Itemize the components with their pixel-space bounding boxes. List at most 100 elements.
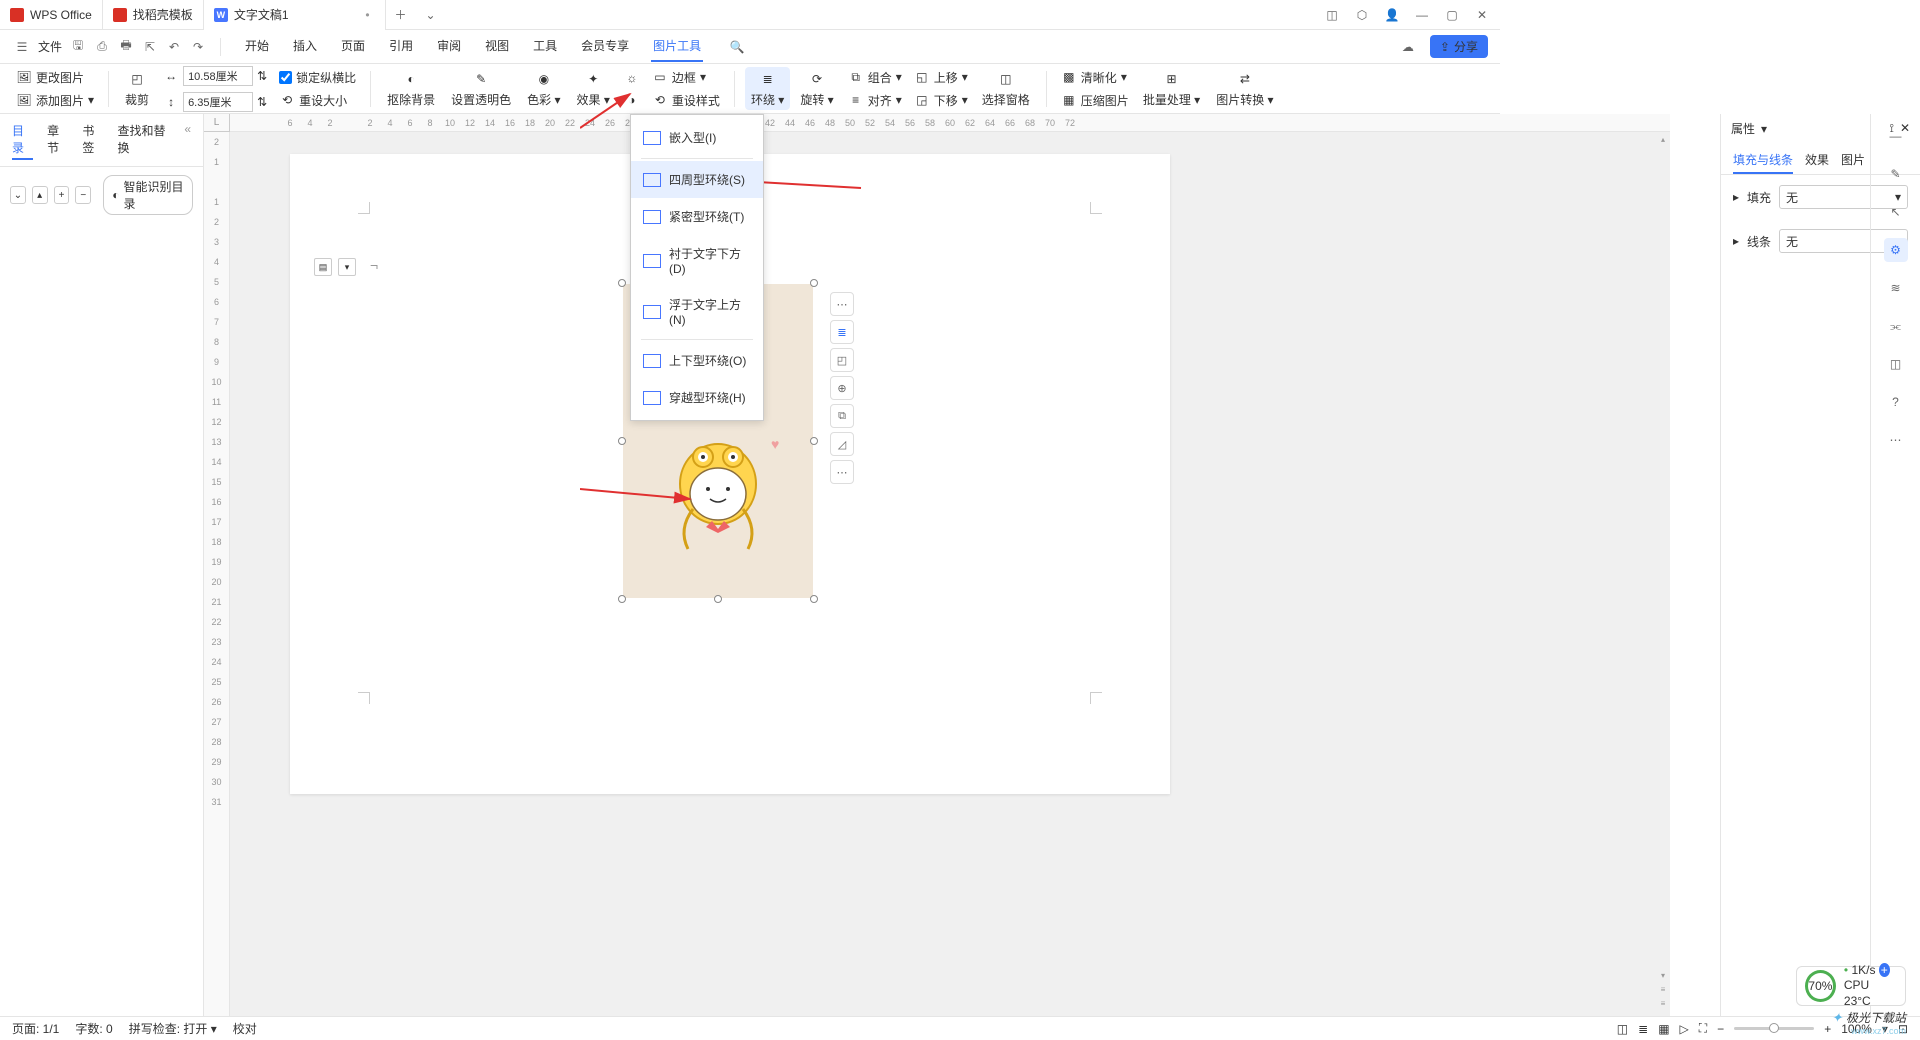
wrap-option-tight[interactable]: 紧密型环绕(T) — [631, 198, 763, 235]
resize-handle[interactable] — [618, 437, 626, 445]
align-button[interactable]: ≡对齐▾ — [844, 90, 906, 111]
reset-size-button[interactable]: ⟲重设大小 — [275, 90, 360, 111]
panel-icon[interactable]: ◫ — [1318, 1, 1346, 29]
cube-icon[interactable]: ⬡ — [1348, 1, 1376, 29]
tab-picture-tools[interactable]: 图片工具 — [651, 31, 703, 62]
convert-button[interactable]: ⇄图片转换 ▾ — [1210, 67, 1279, 110]
redo-icon[interactable]: ↷ — [188, 37, 208, 57]
undo-icon[interactable]: ↶ — [164, 37, 184, 57]
wrap-option-through[interactable]: 穿越型环绕(H) — [631, 379, 763, 416]
minimize-button[interactable]: — — [1408, 1, 1436, 29]
nav-tab-bookmarks[interactable]: 书签 — [82, 120, 103, 160]
batch-button[interactable]: ⊞批量处理 ▾ — [1137, 67, 1206, 110]
nav-tab-find[interactable]: 查找和替换 — [117, 120, 170, 160]
tab-add-button[interactable]: ＋ — [386, 0, 416, 30]
resize-handle[interactable] — [714, 595, 722, 603]
border-button[interactable]: ▭边框▾ — [648, 67, 724, 88]
scroll-up-icon[interactable]: ▴ — [1656, 132, 1670, 146]
print-preview-icon[interactable]: ⎙ — [92, 37, 112, 57]
nav-up-button[interactable]: ▴ — [32, 186, 48, 204]
print-icon[interactable]: 🖶 — [116, 37, 136, 57]
nav-tab-toc[interactable]: 目录 — [12, 120, 33, 160]
smart-toc-button[interactable]: ◐智能识别目录 — [103, 175, 193, 215]
status-words[interactable]: 字数: 0 — [75, 1020, 112, 1037]
tab-list-button[interactable]: ⌄ — [416, 0, 446, 30]
cloud-icon[interactable]: ☁ — [1398, 37, 1418, 57]
tab-page[interactable]: 页面 — [339, 31, 367, 62]
reset-style-button[interactable]: ⟲重设样式 — [648, 90, 724, 111]
side-network-icon[interactable]: ⫘ — [1884, 314, 1908, 338]
save-icon[interactable]: 🖫 — [68, 37, 88, 57]
remove-bg-button[interactable]: ◐抠除背景 — [381, 67, 441, 110]
expand-icon[interactable]: ▸ — [1733, 234, 1739, 248]
change-image-button[interactable]: 🖼更改图片 — [12, 67, 98, 88]
float-copy-icon[interactable]: ⧉ — [830, 404, 854, 428]
page-down-icon[interactable]: ≡ — [1656, 996, 1670, 1010]
tab-insert[interactable]: 插入 — [291, 31, 319, 62]
combine-button[interactable]: ⧉组合▾ — [844, 67, 906, 88]
checkbox[interactable] — [279, 71, 292, 84]
search-icon[interactable]: 🔍 — [727, 37, 747, 57]
view-read-icon[interactable]: ◫ — [1617, 1022, 1628, 1036]
resize-handle[interactable] — [618, 595, 626, 603]
wrap-option-inline[interactable]: 嵌入型(I) — [631, 119, 763, 156]
status-proofread[interactable]: 校对 — [233, 1020, 257, 1037]
zoom-thumb[interactable] — [1769, 1023, 1779, 1033]
side-more-icon[interactable]: ⋯ — [1884, 428, 1908, 452]
add-image-button[interactable]: 🖼添加图片▾ — [12, 90, 98, 111]
float-more-icon[interactable]: ⋯ — [830, 292, 854, 316]
stepper-icon[interactable]: ⇅ — [257, 69, 267, 83]
tab-home[interactable]: 开始 — [243, 31, 271, 62]
tab-view[interactable]: 视图 — [483, 31, 511, 62]
view-web-icon[interactable]: ▷ — [1680, 1022, 1689, 1036]
tab-references[interactable]: 引用 — [387, 31, 415, 62]
float-crop-icon[interactable]: ◰ — [830, 348, 854, 372]
view-fullscreen-icon[interactable]: ⛶ — [1699, 1021, 1707, 1036]
float-menu-icon[interactable]: ⋯ — [830, 460, 854, 484]
rp-tab-picture[interactable]: 图片 — [1841, 147, 1865, 174]
layout-options-button[interactable]: ▤ — [314, 258, 332, 276]
expand-icon[interactable]: ▸ — [1733, 190, 1739, 204]
close-button[interactable]: ✕ — [1468, 1, 1496, 29]
tab-member[interactable]: 会员专享 — [579, 31, 631, 62]
export-icon[interactable]: ⇱ — [140, 37, 160, 57]
layout-dropdown-button[interactable]: ▾ — [338, 258, 356, 276]
rotate-button[interactable]: ⟳旋转 ▾ — [794, 67, 839, 110]
hamburger-icon[interactable]: ☰ — [12, 37, 32, 57]
vertical-ruler[interactable]: 5432112345678910111213141516171819202122… — [204, 132, 230, 1040]
stepper-icon[interactable]: ⇅ — [257, 95, 267, 109]
document-canvas[interactable]: ▤ ▾ ¬ — [230, 132, 1670, 1040]
share-button[interactable]: ⇪分享 — [1430, 35, 1488, 58]
width-input[interactable] — [183, 66, 253, 86]
rp-tab-effect[interactable]: 效果 — [1805, 147, 1829, 174]
side-select-icon[interactable]: ↖ — [1884, 200, 1908, 224]
chevron-down-icon[interactable]: ▾ — [1761, 122, 1767, 136]
tab-template[interactable]: 找稻壳模板 — [103, 0, 204, 30]
float-wrap-icon[interactable]: ≣ — [830, 320, 854, 344]
wrap-option-topbottom[interactable]: 上下型环绕(O) — [631, 342, 763, 379]
zoom-in-button[interactable]: + — [1824, 1022, 1831, 1036]
page-up-icon[interactable]: ≡ — [1656, 982, 1670, 996]
maximize-button[interactable]: ▢ — [1438, 1, 1466, 29]
float-reset-icon[interactable]: ◿ — [830, 432, 854, 456]
file-menu[interactable]: 文件 — [36, 32, 64, 61]
resize-handle[interactable] — [810, 437, 818, 445]
side-help-icon[interactable]: ? — [1884, 390, 1908, 414]
zoom-out-button[interactable]: − — [1717, 1022, 1724, 1036]
side-edit-icon[interactable]: ✎ — [1884, 162, 1908, 186]
color-button[interactable]: ◉色彩 ▾ — [521, 67, 566, 110]
tab-document[interactable]: W文字文稿1• — [204, 0, 386, 30]
resize-handle[interactable] — [810, 595, 818, 603]
lock-ratio-checkbox[interactable]: 锁定纵横比 — [275, 67, 360, 88]
nav-tab-sections[interactable]: 章节 — [47, 120, 68, 160]
float-zoom-icon[interactable]: ⊕ — [830, 376, 854, 400]
side-settings-icon[interactable]: ⚙ — [1884, 238, 1908, 262]
compress-button[interactable]: ▦压缩图片 — [1057, 90, 1133, 111]
brightness-button[interactable]: ☼ — [620, 68, 644, 88]
resize-handle[interactable] — [810, 279, 818, 287]
close-icon[interactable]: • — [361, 8, 375, 22]
status-page[interactable]: 页面: 1/1 — [12, 1020, 59, 1037]
tab-review[interactable]: 审阅 — [435, 31, 463, 62]
performance-widget[interactable]: 70% • 1K/s + CPU 23°C — [1796, 966, 1906, 1006]
height-input[interactable] — [183, 92, 253, 112]
